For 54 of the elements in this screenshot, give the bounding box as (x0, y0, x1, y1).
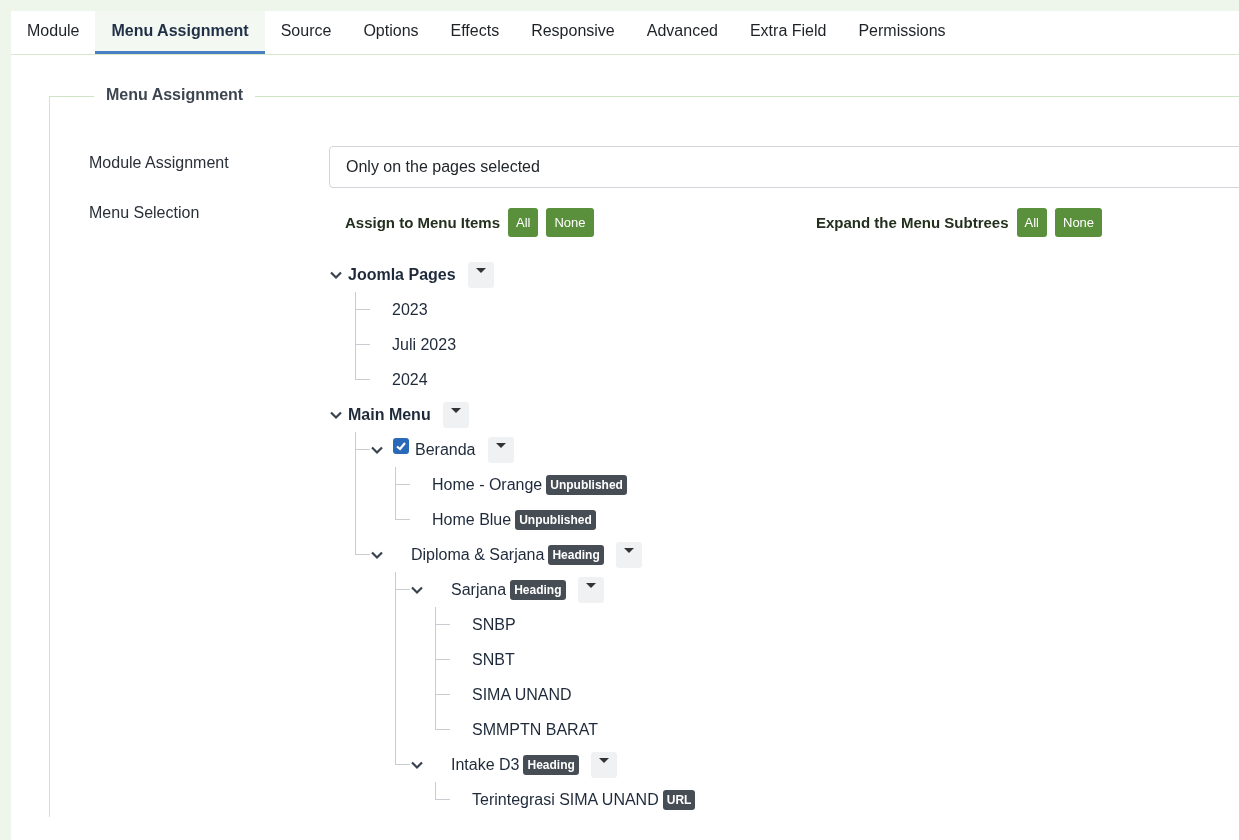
menu-item-label[interactable]: Beranda (415, 440, 476, 459)
caret-icon (585, 582, 596, 589)
dropdown-toggle[interactable] (577, 576, 604, 603)
menu-item-label[interactable]: Terintegrasi SIMA UNAND (472, 790, 659, 809)
tab[interactable]: Menu Assignment (95, 11, 265, 54)
menu-item-label[interactable]: Home Blue (432, 510, 512, 529)
menu-item-label[interactable]: Intake D3 (451, 755, 520, 774)
tab[interactable]: Permissions (842, 11, 962, 54)
menu-item-label[interactable]: 2023 (392, 300, 428, 319)
status-badge: Heading (523, 754, 579, 775)
caret-icon (475, 267, 486, 274)
field-label: Menu Selection (89, 204, 201, 223)
tab[interactable]: Source (264, 11, 348, 54)
menu-item-label[interactable]: Home - Orange (432, 475, 543, 494)
dropdown-toggle[interactable] (442, 401, 469, 428)
caret-icon (450, 407, 461, 414)
menu-item-label[interactable]: SNBP (472, 615, 516, 634)
caret-icon (598, 757, 609, 764)
dropdown-toggle[interactable] (467, 261, 494, 288)
status-badge: Unpublished (515, 509, 596, 530)
select-field[interactable]: Only on the pages selected (329, 146, 1239, 188)
control-label: Expand the Menu Subtrees (816, 214, 1009, 231)
tab[interactable]: Advanced (630, 11, 734, 54)
status-badge: URL (662, 789, 696, 810)
dropdown-toggle[interactable] (590, 751, 617, 778)
menu-item-label[interactable]: SIMA UNAND (472, 685, 572, 704)
select-button[interactable]: None (546, 208, 594, 237)
menu-item-label[interactable]: SNBT (472, 650, 515, 669)
menu-name[interactable]: Joomla Pages (348, 265, 456, 284)
caret-icon (495, 442, 506, 449)
tab[interactable]: Effects (434, 11, 516, 54)
checkbox[interactable] (393, 438, 409, 454)
tab[interactable]: Options (347, 11, 435, 54)
tab[interactable]: Module (11, 11, 96, 54)
caret-icon (623, 547, 634, 554)
tab[interactable]: Responsive (515, 11, 631, 54)
status-badge: Unpublished (546, 474, 627, 495)
control-label: Assign to Menu Items (345, 214, 501, 231)
menu-item-label[interactable]: SMMPTN BARAT (472, 720, 598, 739)
menu-item-label[interactable]: Juli 2023 (392, 335, 457, 354)
status-badge: Heading (548, 544, 604, 565)
field-label: Module Assignment (89, 153, 230, 173)
menu-item-label[interactable]: Diploma & Sarjana (411, 545, 545, 564)
dropdown-toggle[interactable] (487, 436, 514, 463)
tab[interactable]: Extra Field (733, 11, 843, 54)
expand-button[interactable]: All (1016, 208, 1047, 237)
section-title: Menu Assignment (94, 86, 256, 104)
status-badge: Heading (510, 579, 566, 600)
dropdown-toggle[interactable] (615, 541, 642, 568)
menu-item-label[interactable]: Sarjana (451, 580, 507, 599)
menu-item-label[interactable]: 2024 (392, 370, 428, 389)
select-button[interactable]: All (508, 208, 539, 237)
menu-name[interactable]: Main Menu (348, 405, 431, 424)
expand-button[interactable]: None (1055, 208, 1103, 237)
